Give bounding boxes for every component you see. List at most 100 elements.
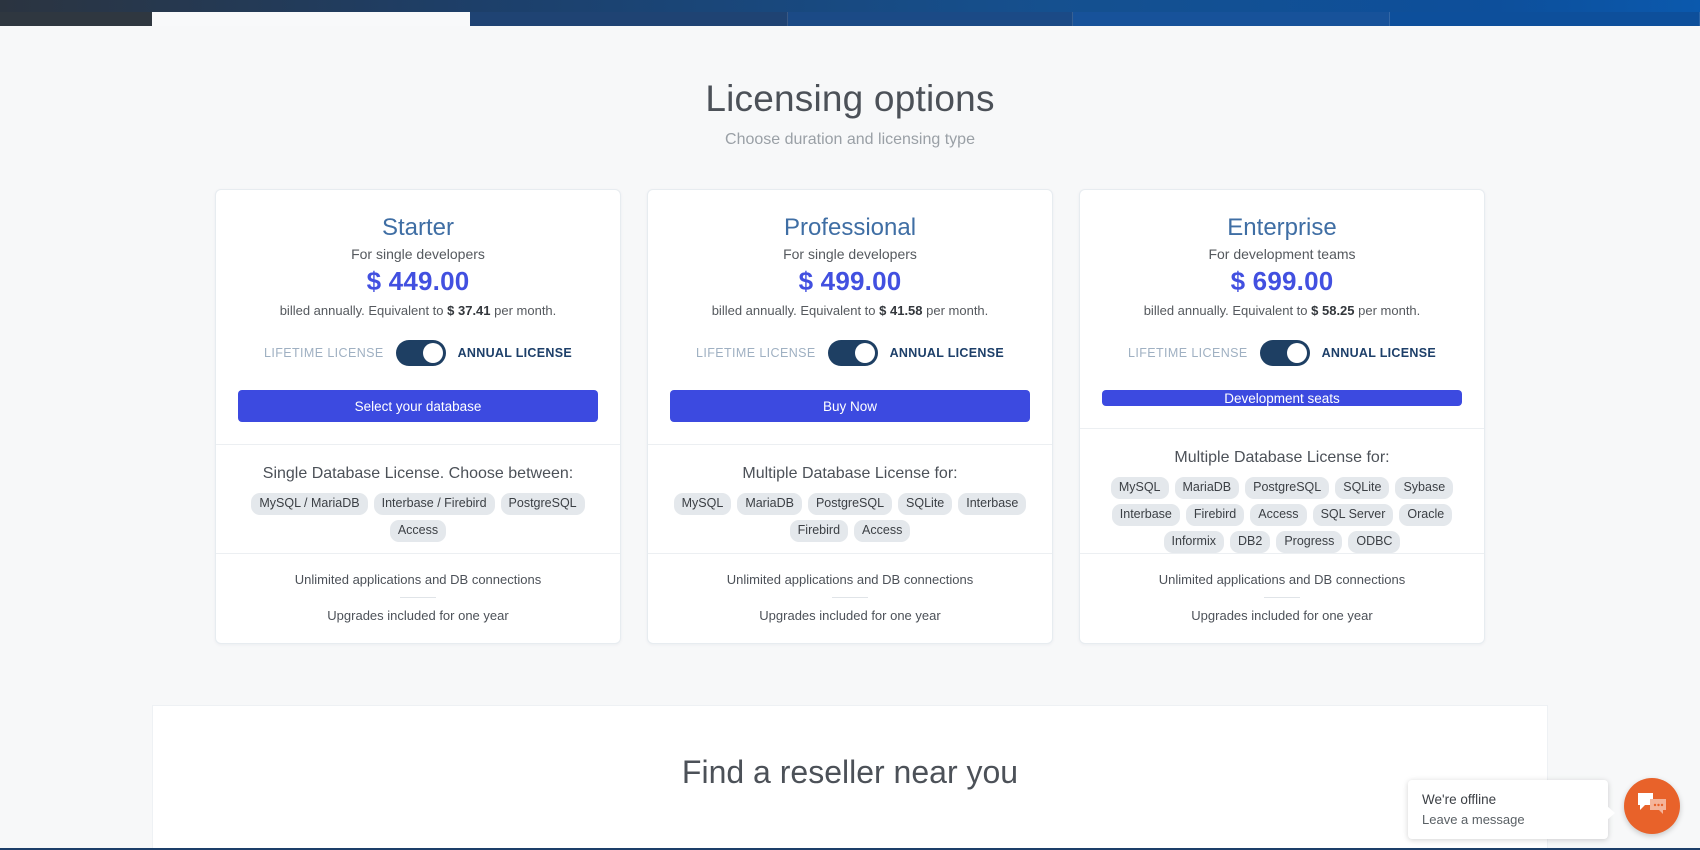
- topnav-tab-5[interactable]: [1390, 12, 1700, 26]
- lifetime-license-label[interactable]: LIFETIME LICENSE: [1128, 346, 1248, 360]
- reseller-section: Find a reseller near you: [152, 705, 1548, 850]
- page-subtitle: Choose duration and licensing type: [725, 130, 975, 148]
- footer-rule: [832, 596, 868, 598]
- database-tag[interactable]: Access: [854, 520, 911, 543]
- database-tag[interactable]: PostgreSQL: [500, 493, 585, 516]
- database-tag[interactable]: Progress: [1276, 530, 1343, 553]
- topnav-tab-2[interactable]: [470, 12, 788, 26]
- card-divider: [1080, 427, 1484, 429]
- topnav-tab-4[interactable]: [1073, 12, 1390, 26]
- page-title: Licensing options: [705, 78, 995, 119]
- top-navigation-bar: [0, 0, 1700, 26]
- plan-audience: For development teams: [1208, 246, 1356, 263]
- plan-price: $ 499.00: [798, 266, 902, 297]
- buy-now-button[interactable]: Buy Now: [670, 390, 1030, 423]
- card-footer: Unlimited applications and DB connection…: [648, 552, 1052, 643]
- billing-monthly-amount: $ 58.25: [1311, 303, 1355, 319]
- annual-license-label[interactable]: ANNUAL LICENSE: [458, 346, 572, 360]
- database-tag[interactable]: MariaDB: [737, 493, 802, 516]
- database-tag[interactable]: MariaDB: [1174, 476, 1240, 499]
- database-tag[interactable]: PostgreSQL: [1245, 476, 1330, 499]
- database-tag[interactable]: Sybase: [1395, 476, 1454, 499]
- development-seats-button[interactable]: Development seats: [1102, 390, 1462, 406]
- license-scope-title: Single Database License. Choose between:: [262, 465, 574, 483]
- database-tag[interactable]: Interbase: [1111, 503, 1180, 526]
- topnav-left-spacer: [0, 12, 152, 26]
- annual-license-label[interactable]: ANNUAL LICENSE: [1322, 346, 1436, 360]
- toggle-knob: [1286, 343, 1307, 364]
- database-tag[interactable]: ODBC: [1348, 530, 1401, 553]
- plan-billing-note: billed annually. Equivalent to $ 37.41 p…: [238, 303, 598, 318]
- license-toggle-switch[interactable]: [1259, 340, 1310, 367]
- chat-bubbles-icon: [1637, 792, 1667, 821]
- annual-license-label[interactable]: ANNUAL LICENSE: [890, 346, 1004, 360]
- lifetime-license-label[interactable]: LIFETIME LICENSE: [696, 346, 816, 360]
- database-tag[interactable]: SQL Server: [1312, 503, 1394, 526]
- card-footer: Unlimited applications and DB connection…: [1080, 552, 1484, 643]
- chat-offline-text: We're offline: [1422, 792, 1497, 807]
- topnav-tab-3[interactable]: [788, 12, 1073, 26]
- database-tag[interactable]: PostgreSQL: [807, 493, 893, 516]
- database-tag-list: MySQL MariaDB PostgreSQL SQLite Sybase Interb…: [1102, 476, 1462, 553]
- license-scope-title: Multiple Database License for:: [1174, 448, 1390, 466]
- card-divider: [648, 444, 1052, 446]
- billing-suffix: per month.: [490, 303, 557, 319]
- database-tag[interactable]: SQLite: [1335, 476, 1390, 499]
- database-tag[interactable]: Informix: [1163, 530, 1224, 553]
- billing-suffix: per month.: [1354, 303, 1421, 319]
- footer-line-1: Unlimited applications and DB connection…: [294, 571, 542, 587]
- page-header: Licensing options Choose duration and li…: [0, 26, 1700, 149]
- database-tag[interactable]: DB2: [1229, 530, 1271, 553]
- footer-rule: [1264, 596, 1300, 598]
- billing-suffix: per month.: [922, 303, 989, 319]
- plan-name: Starter: [381, 213, 455, 241]
- license-toggle-switch[interactable]: [395, 340, 446, 367]
- toggle-knob: [422, 343, 443, 364]
- database-tag[interactable]: Access: [1250, 503, 1307, 526]
- database-tag[interactable]: Interbase / Firebird: [373, 493, 495, 516]
- topnav-tab-1[interactable]: [152, 12, 470, 26]
- billing-prefix: billed annually. Equivalent to: [279, 303, 448, 319]
- top-navigation-tabs: [0, 12, 1700, 26]
- select-your-database-button[interactable]: Select your database: [238, 390, 598, 423]
- pricing-card-enterprise: Enterprise For development teams $ 699.0…: [1079, 188, 1485, 644]
- toggle-knob: [854, 343, 875, 364]
- database-tag[interactable]: Interbase: [958, 493, 1027, 516]
- footer-line-2: Upgrades included for one year: [327, 607, 509, 623]
- plan-billing-note: billed annually. Equivalent to $ 41.58 p…: [670, 303, 1030, 318]
- pricing-card-starter: Starter For single developers $ 449.00 b…: [215, 188, 621, 644]
- license-duration-toggle-row: LIFETIME LICENSE ANNUAL LICENSE: [1102, 340, 1462, 367]
- card-divider: [216, 444, 620, 446]
- plan-name: Enterprise: [1227, 213, 1337, 241]
- footer-line-2: Upgrades included for one year: [1191, 607, 1373, 623]
- chat-offline-bubble[interactable]: We're offline Leave a message: [1408, 780, 1615, 840]
- billing-prefix: billed annually. Equivalent to: [711, 303, 880, 319]
- pricing-cards-container: Starter For single developers $ 449.00 b…: [0, 188, 1700, 644]
- database-tag-list: MySQL MariaDB PostgreSQL SQLite Interbase Fir…: [670, 493, 1030, 543]
- billing-monthly-amount: $ 41.58: [879, 303, 923, 319]
- pricing-card-professional: Professional For single developers $ 499…: [647, 188, 1053, 644]
- footer-rule: [400, 596, 436, 598]
- database-tag[interactable]: Firebird: [789, 520, 849, 543]
- database-tag[interactable]: Access: [389, 520, 447, 543]
- database-tag-list: MySQL / MariaDB Interbase / Firebird Postg…: [238, 493, 598, 543]
- database-tag[interactable]: Oracle: [1399, 503, 1453, 526]
- card-footer: Unlimited applications and DB connection…: [216, 552, 620, 643]
- database-tag[interactable]: MySQL / MariaDB: [251, 493, 368, 516]
- license-duration-toggle-row: LIFETIME LICENSE ANNUAL LICENSE: [670, 340, 1030, 367]
- database-tag[interactable]: Firebird: [1185, 503, 1245, 526]
- plan-price: $ 449.00: [366, 266, 470, 297]
- database-tag[interactable]: MySQL: [673, 493, 732, 516]
- footer-line-2: Upgrades included for one year: [759, 607, 941, 623]
- license-duration-toggle-row: LIFETIME LICENSE ANNUAL LICENSE: [238, 340, 598, 367]
- footer-line-1: Unlimited applications and DB connection…: [726, 571, 974, 587]
- database-tag[interactable]: SQLite: [898, 493, 953, 516]
- plan-audience: For single developers: [783, 246, 917, 263]
- license-toggle-switch[interactable]: [827, 340, 878, 367]
- billing-monthly-amount: $ 37.41: [447, 303, 491, 319]
- chat-launcher-button[interactable]: [1624, 778, 1680, 834]
- database-tag[interactable]: MySQL: [1110, 476, 1169, 499]
- reseller-section-title: Find a reseller near you: [681, 754, 1019, 790]
- plan-name: Professional: [783, 213, 917, 241]
- lifetime-license-label[interactable]: LIFETIME LICENSE: [264, 346, 384, 360]
